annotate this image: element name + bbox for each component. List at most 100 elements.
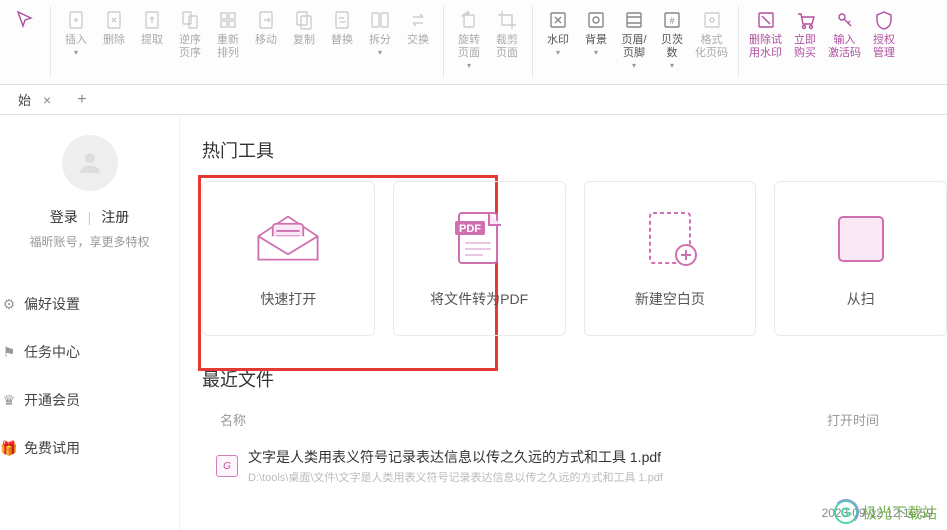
sidebar-tasks[interactable]: ⚑任务中心 xyxy=(0,328,179,376)
sidebar-vip[interactable]: ♛ 开通会员 xyxy=(0,376,179,424)
card-label: 将文件转为PDF xyxy=(430,289,528,309)
tool-label: 裁剪 页面 xyxy=(496,34,518,60)
watermark-btn[interactable]: 水印▾ xyxy=(539,6,577,59)
pagenum-icon xyxy=(700,8,724,32)
watermark-text: 极光下载站 xyxy=(862,502,937,523)
login-subtext: 福昕账号，享更多特权 xyxy=(0,233,179,250)
background-icon xyxy=(584,8,608,32)
card-to-pdf[interactable]: PDF 将文件转为PDF xyxy=(393,181,566,336)
replace-btn[interactable]: 替换 xyxy=(323,6,361,49)
sidebar-trial[interactable]: 🎁 免费试用 xyxy=(0,424,179,472)
tool-label: 输入 激活码 xyxy=(828,34,861,60)
tool-label: 页眉/ 页脚 xyxy=(621,34,646,60)
ribbon-toolbar: 插入▾删除提取逆序 页序重新 排列移动复制替换拆分▾交换旋转 页面▾裁剪 页面水… xyxy=(0,0,947,85)
avatar[interactable] xyxy=(62,135,118,191)
close-icon[interactable]: × xyxy=(43,92,51,108)
site-watermark: G 极光下载站 xyxy=(834,500,937,524)
tool-label: 插入 xyxy=(65,34,87,47)
swap-btn[interactable]: 交换 xyxy=(399,6,437,49)
bates-btn[interactable]: #贝茨 数▾ xyxy=(653,6,691,72)
flag-icon: ⚑ xyxy=(0,344,18,361)
bates-icon: # xyxy=(660,8,684,32)
gift-icon: 🎁 xyxy=(0,440,18,457)
tool-label: 水印 xyxy=(547,34,569,47)
separator: | xyxy=(88,209,92,225)
buy-now-btn[interactable]: 立即 购买 xyxy=(786,6,824,62)
chevron-down-icon: ▾ xyxy=(594,48,598,57)
cart-icon xyxy=(793,8,817,32)
duplicate-btn[interactable]: 复制 xyxy=(285,6,323,49)
recent-file-row[interactable]: G文字是人类用表义符号记录表达信息以传之久远的方式和工具 1.pdfD:\too… xyxy=(202,439,947,491)
crown-icon: ♛ xyxy=(0,392,18,409)
card-label: 从扫 xyxy=(847,289,875,309)
cursor-icon xyxy=(13,8,37,32)
chevron-down-icon: ▾ xyxy=(378,48,382,57)
format-pagenum-btn[interactable]: 格式 化页码 xyxy=(691,6,732,62)
card-blank[interactable]: 新建空白页 xyxy=(584,181,757,336)
scan-icon xyxy=(826,209,896,269)
tab-add-button[interactable]: + xyxy=(65,91,98,109)
select-tool[interactable] xyxy=(6,6,44,36)
reverse-order-btn[interactable]: 逆序 页序 xyxy=(171,6,209,62)
tool-label: 移动 xyxy=(255,34,277,47)
login-register-row: 登录 | 注册 xyxy=(0,207,179,227)
chevron-down-icon: ▾ xyxy=(556,48,560,57)
insert-btn[interactable]: 插入▾ xyxy=(57,6,95,59)
card-quick-open[interactable]: 快速打开 xyxy=(202,181,375,336)
envelope-icon xyxy=(253,209,323,269)
login-link[interactable]: 登录 xyxy=(50,209,78,225)
page-exchange-icon xyxy=(406,8,430,32)
remove-trial-watermark-btn[interactable]: 删除试 用水印 xyxy=(745,6,786,62)
tool-label: 逆序 页序 xyxy=(179,34,201,60)
tool-label: 重新 排列 xyxy=(217,34,239,60)
header-footer-btn[interactable]: 页眉/ 页脚▾ xyxy=(615,6,653,72)
pdf-icon: PDF xyxy=(444,209,514,269)
enter-code-btn[interactable]: 输入 激活码 xyxy=(824,6,865,62)
sidebar-item-label: 开通会员 xyxy=(24,390,80,410)
key-icon xyxy=(833,8,857,32)
rotate-page-btn[interactable]: 旋转 页面▾ xyxy=(450,6,488,72)
user-icon xyxy=(75,148,105,178)
tab-home[interactable]: 始 × xyxy=(0,85,65,115)
recent-files-title: 最近文件 xyxy=(202,366,947,392)
page-x-icon xyxy=(102,8,126,32)
chevron-down-icon: ▾ xyxy=(74,48,78,57)
tool-label: 贝茨 数 xyxy=(661,34,683,60)
sidebar: 登录 | 注册 福昕账号，享更多特权 ⚙偏好设置⚑任务中心 ♛ 开通会员 🎁 免费试用 xyxy=(0,115,180,530)
rotate-icon xyxy=(457,8,481,32)
register-link[interactable]: 注册 xyxy=(101,209,129,225)
main-content: 登录 | 注册 福昕账号，享更多特权 ⚙偏好设置⚑任务中心♛开通会员🎁免费试用 … xyxy=(0,115,947,530)
tool-label: 替换 xyxy=(331,34,353,47)
hot-tools-title: 热门工具 xyxy=(202,137,947,163)
card-scan[interactable]: 从扫 xyxy=(774,181,947,336)
file-name: 文字是人类用表义符号记录表达信息以传之久远的方式和工具 1.pdf xyxy=(248,447,947,467)
license-mgmt-btn[interactable]: 授权 管理 xyxy=(865,6,903,62)
tool-label: 删除试 用水印 xyxy=(749,34,782,60)
tool-label: 立即 购买 xyxy=(794,34,816,60)
file-path: D:\tools\桌面\文件\文字是人类用表义符号记录表达信息以传之久远的方式和… xyxy=(248,469,947,485)
card-label: 新建空白页 xyxy=(635,289,705,309)
extract-btn[interactable]: 提取 xyxy=(133,6,171,49)
sidebar-item-label: 免费试用 xyxy=(24,438,80,458)
background-btn[interactable]: 背景▾ xyxy=(577,6,615,59)
reorder-btn[interactable]: 重新 排列 xyxy=(209,6,247,62)
split-btn[interactable]: 拆分▾ xyxy=(361,6,399,59)
headerfooter-icon xyxy=(622,8,646,32)
page-split-icon xyxy=(368,8,392,32)
sidebar-preferences[interactable]: ⚙偏好设置 xyxy=(0,280,179,328)
tool-label: 背景 xyxy=(585,34,607,47)
crop-page-btn[interactable]: 裁剪 页面 xyxy=(488,6,526,62)
tool-label: 授权 管理 xyxy=(873,34,895,60)
delete-btn[interactable]: 删除 xyxy=(95,6,133,49)
svg-text:PDF: PDF xyxy=(459,223,481,235)
chevron-down-icon: ▾ xyxy=(632,61,636,70)
move-btn[interactable]: 移动 xyxy=(247,6,285,49)
tab-label: 始 xyxy=(18,90,31,109)
page-out-icon xyxy=(140,8,164,32)
col-time: 打开时间 xyxy=(827,410,947,429)
page-plus-icon xyxy=(64,8,88,32)
tool-label: 格式 化页码 xyxy=(695,34,728,60)
page-copy-icon xyxy=(292,8,316,32)
blank-icon xyxy=(635,209,705,269)
page-move-icon xyxy=(254,8,278,32)
